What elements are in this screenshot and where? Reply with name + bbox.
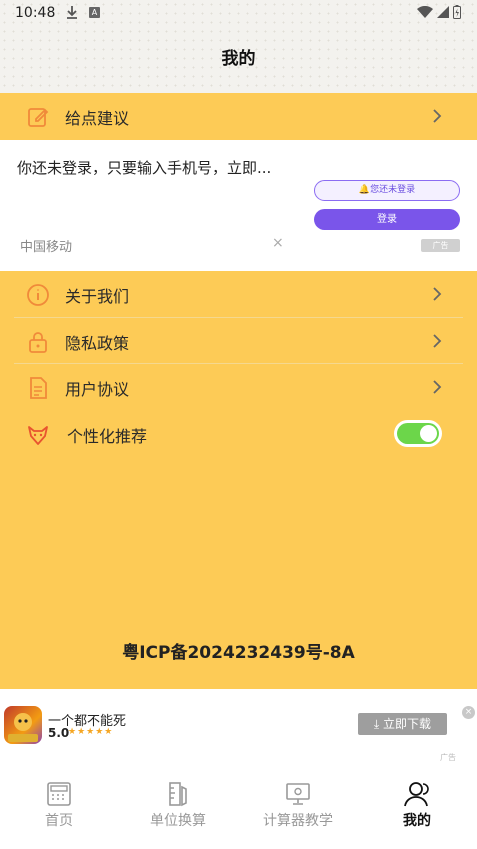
menu-label-about: 关于我们 bbox=[65, 287, 130, 306]
header: 10:48 A 我的 bbox=[0, 0, 477, 93]
calculator-icon bbox=[47, 782, 71, 806]
tab-label: 单位换算 bbox=[150, 813, 206, 829]
signal-icon bbox=[437, 6, 449, 18]
battery-icon bbox=[453, 5, 461, 19]
icp-record: 粤ICP备2024232439号-8A bbox=[122, 643, 355, 663]
edit-icon bbox=[28, 108, 49, 127]
a-badge-icon: A bbox=[89, 7, 100, 18]
wifi-icon bbox=[417, 5, 433, 18]
personalized-toggle[interactable] bbox=[394, 420, 442, 447]
ad-login-text: 你还未登录，只要输入手机号，立即... bbox=[17, 159, 272, 177]
status-bar: 10:48 A bbox=[0, 0, 477, 28]
ruler-icon bbox=[169, 782, 187, 807]
chevron-right-icon bbox=[433, 380, 442, 394]
ad-status-button[interactable]: 🔔您还未登录 bbox=[314, 180, 460, 201]
ad-login-button[interactable]: 登录 bbox=[314, 209, 460, 230]
tab-unit-convert[interactable]: 单位换算 bbox=[128, 780, 228, 830]
tab-label: 我的 bbox=[403, 813, 431, 829]
bell-icon: 🔔 bbox=[358, 185, 371, 195]
status-time: 10:48 bbox=[15, 5, 56, 21]
app-icon bbox=[4, 706, 42, 744]
tab-home[interactable]: 首页 bbox=[9, 780, 109, 830]
document-icon bbox=[30, 377, 47, 399]
page-title: 我的 bbox=[221, 49, 256, 69]
download-icon: ⤓ bbox=[373, 717, 384, 731]
tab-label: 计算器教学 bbox=[263, 813, 333, 829]
menu-item-about[interactable]: 关于我们 bbox=[0, 271, 477, 317]
menu-item-agreement[interactable]: 用户协议 bbox=[0, 364, 477, 410]
chevron-right-icon bbox=[433, 109, 442, 123]
menu-item-privacy[interactable]: 隐私政策 bbox=[0, 318, 477, 364]
ad-carrier: 中国移动 bbox=[20, 240, 73, 255]
lock-icon bbox=[29, 332, 47, 353]
ad-badge-label: 广告 bbox=[432, 241, 449, 250]
menu-label-agreement: 用户协议 bbox=[65, 380, 130, 399]
ad-download-label: 立即下载 bbox=[383, 717, 432, 731]
tab-mine[interactable]: 我的 bbox=[367, 780, 467, 830]
chevron-right-icon bbox=[433, 287, 442, 301]
monitor-icon bbox=[286, 783, 310, 805]
download-icon bbox=[66, 4, 78, 23]
user-icon bbox=[404, 782, 429, 807]
ad-close-button[interactable]: × bbox=[272, 235, 284, 251]
ad-close-button[interactable]: × bbox=[462, 706, 475, 719]
menu-label-privacy: 隐私政策 bbox=[65, 334, 130, 353]
tab-label: 首页 bbox=[45, 813, 73, 829]
fox-icon bbox=[28, 426, 48, 445]
chevron-right-icon bbox=[433, 334, 442, 348]
tab-calculator-tutorial[interactable]: 计算器教学 bbox=[248, 780, 348, 830]
ad-app-rating: 5.0 bbox=[48, 726, 70, 740]
ad-badge: 广告 bbox=[440, 753, 456, 762]
ad-badge: 广告 bbox=[421, 239, 460, 252]
ad-download-button[interactable]: ⤓ 立即下载 bbox=[358, 713, 447, 735]
menu-label-feedback: 给点建议 bbox=[65, 109, 130, 128]
menu-item-feedback[interactable]: 给点建议 bbox=[0, 93, 477, 139]
ad-status-label: 您还未登录 bbox=[370, 185, 416, 195]
menu-label-personalized: 个性化推荐 bbox=[67, 427, 148, 446]
toggle-track bbox=[397, 423, 439, 444]
star-rating-icon: ★★★★★ bbox=[68, 727, 114, 737]
toggle-knob bbox=[420, 425, 437, 442]
info-icon bbox=[27, 284, 49, 306]
status-icons bbox=[417, 5, 461, 19]
